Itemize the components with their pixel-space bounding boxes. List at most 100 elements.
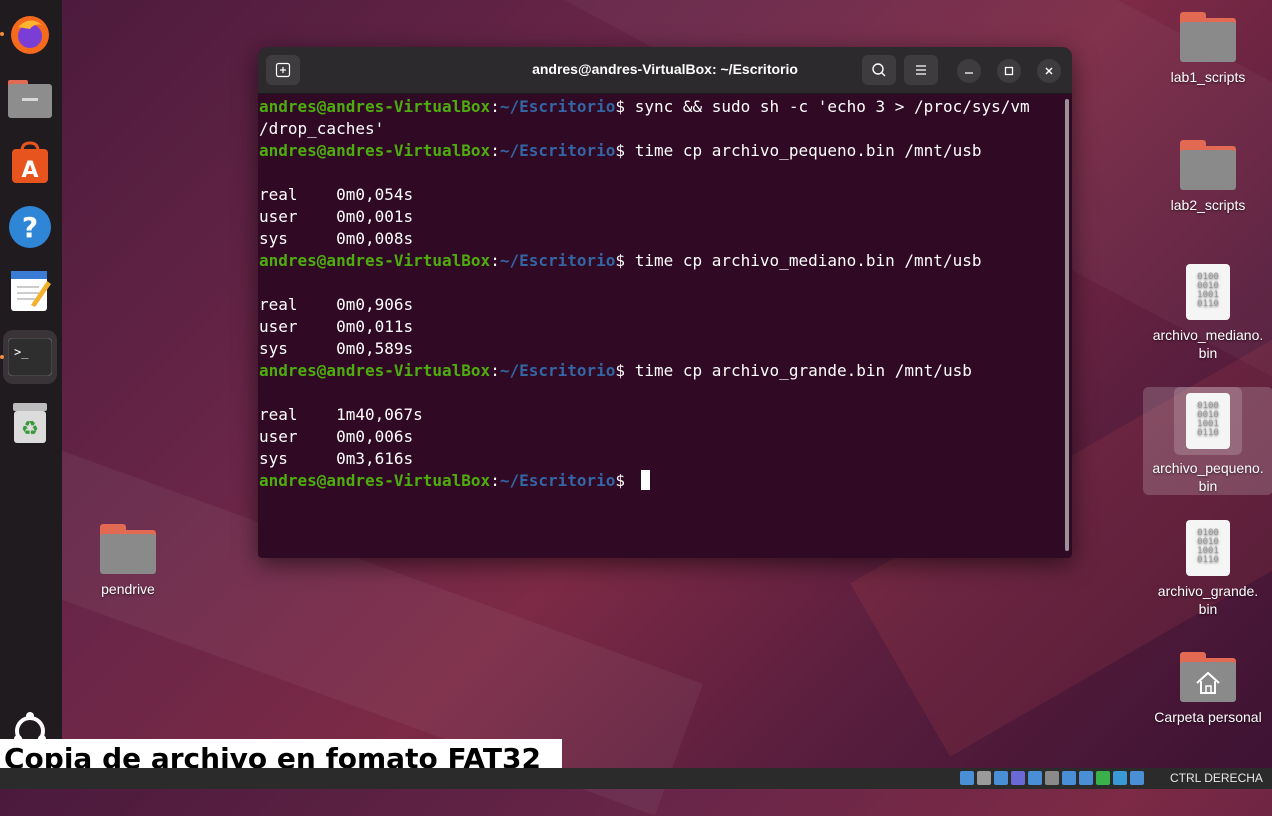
output-line: /drop_caches': [259, 119, 385, 138]
search-icon: [872, 63, 886, 77]
terminal-window[interactable]: andres@andres-VirtualBox: ~/Escritorio a…: [258, 47, 1072, 558]
prompt-separator: :: [490, 251, 500, 270]
prompt-symbol: $: [615, 471, 635, 490]
desktop-icon-label: Carpeta personal: [1154, 709, 1262, 725]
files-icon[interactable]: [3, 72, 57, 126]
vm-status-icon[interactable]: [1045, 771, 1059, 785]
desktop-icon-label: lab1_scripts: [1170, 69, 1246, 85]
desktop-folder-pendrive[interactable]: pendrive: [68, 524, 188, 598]
prompt-line: andres@andres-VirtualBox:~/Escritorio$ t…: [259, 360, 1072, 382]
window-title: andres@andres-VirtualBox: ~/Escritorio: [532, 61, 798, 77]
running-indicator: [0, 355, 4, 359]
maximize-button[interactable]: [997, 59, 1021, 83]
prompt-line: andres@andres-VirtualBox:~/Escritorio$ s…: [259, 96, 1072, 118]
prompt-line: andres@andres-VirtualBox:~/Escritorio$ t…: [259, 250, 1072, 272]
vm-status-icon[interactable]: [994, 771, 1008, 785]
prompt-path: ~/Escritorio: [499, 361, 616, 380]
output-line: sys 0m0,589s: [259, 339, 414, 358]
help-icon[interactable]: ?: [3, 200, 57, 254]
output-line: real 1m40,067s: [259, 405, 423, 424]
prompt-separator: :: [490, 361, 500, 380]
svg-text:>_: >_: [14, 345, 29, 359]
desktop-icon-label: archivo_pequeno. bin: [1152, 460, 1264, 494]
prompt-user: andres@andres-VirtualBox: [259, 141, 491, 160]
svg-text:?: ?: [22, 211, 38, 244]
binary-file-icon: 0100 0010 1001 0110: [1186, 520, 1230, 576]
firefox-icon[interactable]: [3, 8, 57, 62]
prompt-separator: :: [490, 141, 500, 160]
terminal-icon[interactable]: >_: [3, 330, 57, 384]
svg-text:♻: ♻: [21, 416, 39, 440]
prompt-line: andres@andres-VirtualBox:~/Escritorio$ t…: [259, 140, 1072, 162]
prompt-symbol: $: [615, 251, 635, 270]
command-text: sync && sudo sh -c 'echo 3 > /proc/sys/v…: [634, 97, 1030, 116]
vm-status-icon[interactable]: [977, 771, 991, 785]
prompt-path: ~/Escritorio: [499, 141, 616, 160]
trash-icon[interactable]: ♻: [3, 396, 57, 450]
output-line: user 0m0,011s: [259, 317, 414, 336]
desktop-file-archivo-pequeno[interactable]: 0100 0010 1001 0110 archivo_pequeno. bin: [1143, 387, 1272, 495]
prompt-user: andres@andres-VirtualBox: [259, 97, 491, 116]
folder-icon: [1180, 140, 1236, 190]
binary-file-icon: 0100 0010 1001 0110: [1186, 264, 1230, 320]
prompt-path: ~/Escritorio: [499, 251, 616, 270]
prompt-symbol: $: [615, 361, 635, 380]
output-line: real 0m0,906s: [259, 295, 414, 314]
command-text: time cp archivo_mediano.bin /mnt/usb: [634, 251, 982, 270]
minimize-button[interactable]: [957, 59, 981, 83]
desktop-folder-lab1-scripts[interactable]: lab1_scripts: [1148, 12, 1268, 86]
prompt-symbol: $: [615, 141, 635, 160]
hamburger-menu-icon: [916, 65, 926, 75]
close-button[interactable]: [1037, 59, 1061, 83]
prompt-symbol: $: [615, 97, 635, 116]
search-button[interactable]: [862, 55, 896, 85]
prompt-user: andres@andres-VirtualBox: [259, 251, 491, 270]
binary-file-icon: 0100 0010 1001 0110: [1186, 393, 1230, 449]
text-editor-icon[interactable]: [3, 264, 57, 318]
prompt-separator: :: [490, 97, 500, 116]
menu-button[interactable]: [904, 55, 938, 85]
prompt-path: ~/Escritorio: [499, 471, 616, 490]
prompt-separator: :: [490, 471, 500, 490]
desktop-icon-label: lab2_scripts: [1170, 197, 1246, 213]
prompt-user: andres@andres-VirtualBox: [259, 471, 491, 490]
vm-status-icon[interactable]: [960, 771, 974, 785]
folder-icon: [100, 524, 156, 574]
desktop-home-folder[interactable]: Carpeta personal: [1148, 652, 1268, 726]
text-cursor: [640, 470, 650, 490]
vm-status-icon[interactable]: [1011, 771, 1025, 785]
folder-icon: [1180, 12, 1236, 62]
terminal-header-bar[interactable]: andres@andres-VirtualBox: ~/Escritorio: [258, 47, 1072, 94]
vm-status-icon[interactable]: [1096, 771, 1110, 785]
vm-status-icon[interactable]: [1062, 771, 1076, 785]
output-line: user 0m0,006s: [259, 427, 414, 446]
vm-status-icon[interactable]: [1079, 771, 1093, 785]
vm-status-icon[interactable]: [1130, 771, 1144, 785]
home-folder-icon: [1180, 652, 1236, 702]
prompt-user: andres@andres-VirtualBox: [259, 361, 491, 380]
desktop-file-archivo-mediano[interactable]: 0100 0010 1001 0110 archivo_mediano. bin: [1148, 264, 1268, 362]
vm-status-icon[interactable]: [1028, 771, 1042, 785]
status-icons: [960, 771, 1144, 786]
output-line: user 0m0,001s: [259, 207, 414, 226]
terminal-scrollbar[interactable]: [1065, 99, 1069, 551]
command-text: time cp archivo_pequeno.bin /mnt/usb: [634, 141, 982, 160]
prompt-line: andres@andres-VirtualBox:~/Escritorio$: [259, 470, 1072, 492]
terminal-output[interactable]: andres@andres-VirtualBox:~/Escritorio$ s…: [258, 94, 1072, 492]
desktop-file-archivo-grande[interactable]: 0100 0010 1001 0110 archivo_grande. bin: [1148, 520, 1268, 618]
minimize-icon: [965, 72, 973, 74]
vm-status-bar: CTRL DERECHA: [0, 768, 1272, 789]
close-icon: [1045, 67, 1053, 75]
desktop-folder-lab2-scripts[interactable]: lab2_scripts: [1148, 140, 1268, 214]
output-line: sys 0m0,008s: [259, 229, 414, 248]
app-center-icon[interactable]: A: [3, 136, 57, 190]
desktop-icon-label: archivo_mediano. bin: [1152, 327, 1264, 361]
vm-status-icon[interactable]: [1113, 771, 1127, 785]
desktop-icon-label: archivo_grande. bin: [1157, 583, 1259, 617]
dock: A ? >_ ♻: [0, 0, 62, 768]
output-line: sys 0m3,616s: [259, 449, 414, 468]
prompt-path: ~/Escritorio: [499, 97, 616, 116]
